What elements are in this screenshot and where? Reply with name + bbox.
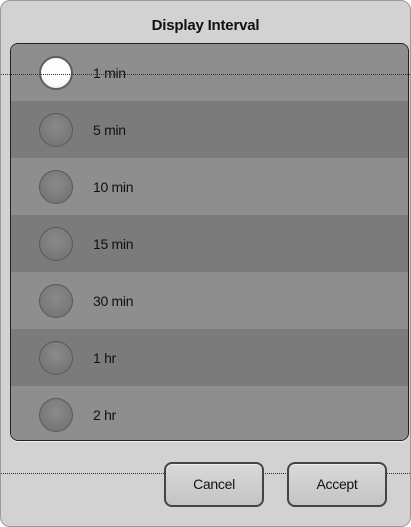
radio-unselected-icon[interactable] (39, 340, 73, 375)
radio-unselected-icon[interactable] (39, 283, 73, 318)
option-label: 15 min (93, 235, 134, 252)
radio-selected-icon[interactable] (39, 55, 73, 90)
option-label: 1 hr (93, 349, 116, 366)
option-row-1-hr[interactable]: 1 hr (11, 329, 408, 386)
radio-unselected-icon[interactable] (39, 397, 73, 432)
cancel-button[interactable]: Cancel (164, 462, 264, 507)
option-label: 10 min (93, 178, 134, 195)
option-row-30-min[interactable]: 30 min (11, 272, 408, 329)
dialog-title: Display Interval (151, 17, 260, 34)
option-row-2-hr[interactable]: 2 hr (11, 386, 408, 440)
option-row-1-min[interactable]: 1 min (11, 44, 408, 101)
option-label: 30 min (93, 292, 134, 309)
radio-unselected-icon[interactable] (39, 112, 73, 147)
option-row-15-min[interactable]: 15 min (11, 215, 408, 272)
focus-guide-line (1, 74, 410, 75)
option-label: 2 hr (93, 406, 116, 423)
option-label: 5 min (93, 121, 126, 138)
interval-options-list: 1 min 5 min 10 min 15 min 30 min 1 hr 2 … (10, 43, 409, 441)
radio-unselected-icon[interactable] (39, 169, 73, 204)
option-row-5-min[interactable]: 5 min (11, 101, 408, 158)
option-label: 1 min (93, 64, 126, 81)
display-interval-dialog: Display Interval 1 min 5 min 10 min 15 m… (0, 0, 411, 527)
option-row-10-min[interactable]: 10 min (11, 158, 408, 215)
radio-unselected-icon[interactable] (39, 226, 73, 261)
accept-button[interactable]: Accept (287, 462, 387, 507)
